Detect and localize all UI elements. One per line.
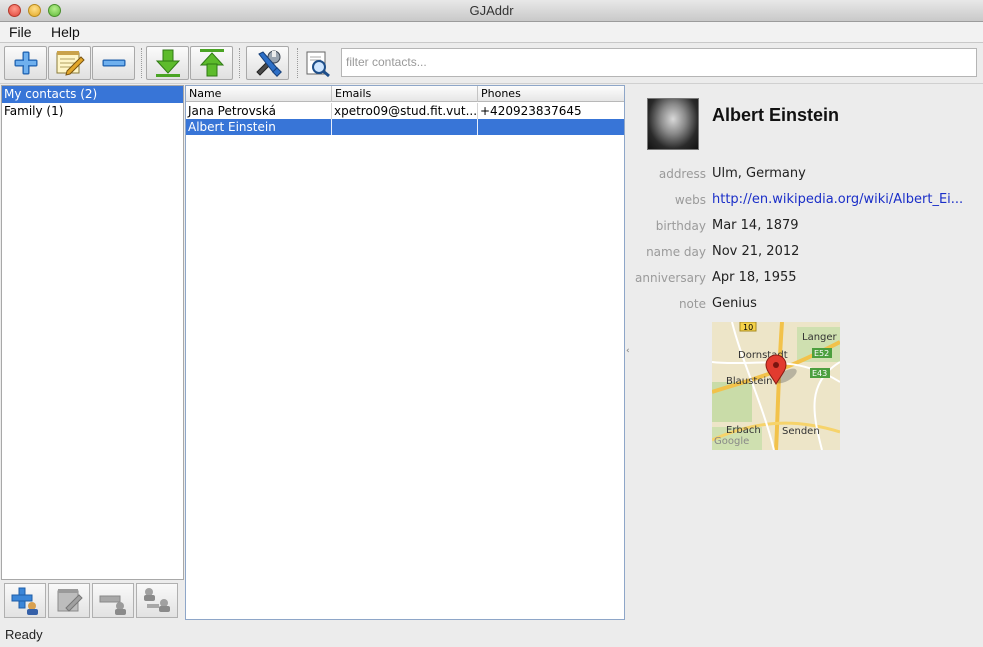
field-label-birthday: birthday (655, 219, 706, 233)
export-icon (199, 49, 224, 77)
field-label-name-day: name day (646, 245, 706, 259)
map-image: 10 Langer Dornstadt E52 Blaustein E43 Er… (712, 322, 840, 450)
export-button[interactable] (190, 46, 233, 80)
map-label-e52: E52 (814, 349, 829, 358)
add-contact-button[interactable] (4, 46, 47, 80)
toolbar-separator (297, 48, 298, 78)
edit-group-icon (57, 588, 83, 612)
add-contact-icon (14, 51, 37, 75)
field-value-address: Ulm, Germany (712, 166, 806, 181)
toolbar-separator (239, 48, 240, 78)
merge-group-button[interactable] (136, 583, 178, 618)
table-header: Name Emails Phones (186, 86, 624, 102)
field-label-webs: webs (674, 193, 706, 207)
remove-group-icon (99, 595, 126, 615)
group-item-my-contacts[interactable]: My contacts (2) (2, 86, 183, 103)
column-header-phones[interactable]: Phones (478, 86, 624, 102)
add-group-icon (11, 587, 38, 615)
merge-group-icon (144, 587, 170, 612)
preferences-button[interactable] (246, 46, 289, 80)
filter-placeholder: filter contacts... (346, 55, 427, 69)
import-icon (155, 49, 180, 77)
preferences-icon (255, 50, 282, 77)
add-group-button[interactable] (4, 583, 46, 618)
map-label-e43: E43 (812, 369, 827, 378)
search-icon (306, 51, 330, 78)
groups-list: My contacts (2) Family (1) (1, 85, 184, 580)
cell-emails: xpetro09@stud.fit.vut... (334, 103, 478, 119)
toolbar: filter contacts... (0, 43, 983, 84)
edit-contact-icon (56, 51, 85, 76)
group-item-family[interactable]: Family (1) (2, 103, 183, 120)
remove-contact-icon (102, 59, 125, 67)
contacts-table: Name Emails Phones Jana Petrovská xpetro… (185, 85, 625, 620)
field-value-birthday: Mar 14, 1879 (712, 218, 799, 233)
window-title: GJAddr (469, 3, 514, 18)
remove-contact-button[interactable] (92, 46, 135, 80)
cell-phones (478, 119, 624, 135)
filter-contacts-input[interactable]: filter contacts... (341, 48, 977, 77)
map-label-erbach: Erbach (726, 425, 761, 436)
location-map[interactable]: 10 Langer Dornstadt E52 Blaustein E43 Er… (712, 322, 840, 450)
cell-emails (332, 119, 478, 135)
edit-group-button[interactable] (48, 583, 90, 618)
table-row[interactable]: Jana Petrovská xpetro09@stud.fit.vut... … (186, 103, 624, 119)
menu-help[interactable]: Help (51, 24, 80, 40)
field-value-anniversary: Apr 18, 1955 (712, 270, 797, 285)
edit-contact-button[interactable] (48, 46, 91, 80)
menu-bar: File Help (0, 22, 983, 43)
field-label-anniversary: anniversary (635, 271, 706, 285)
contact-detail-panel: Albert Einstein address Ulm, Germany web… (630, 85, 983, 620)
map-label-langer: Langer (802, 332, 838, 343)
cell-name: Albert Einstein (186, 119, 332, 135)
map-label-10: 10 (743, 323, 753, 332)
table-row-selected[interactable]: Albert Einstein (186, 119, 624, 135)
menu-file[interactable]: File (9, 24, 32, 40)
remove-group-button[interactable] (92, 583, 134, 618)
filter-icon-wrap (304, 50, 332, 78)
toolbar-separator (141, 48, 142, 78)
title-bar: GJAddr (0, 0, 983, 22)
map-label-google: Google (714, 436, 749, 447)
cell-name: Jana Petrovská (186, 103, 332, 119)
map-label-blaustein: Blaustein (726, 376, 773, 387)
contact-photo (647, 98, 699, 150)
contact-name: Albert Einstein (712, 105, 840, 125)
status-bar-text: Ready (5, 627, 43, 642)
column-header-emails[interactable]: Emails (332, 86, 478, 102)
import-button[interactable] (146, 46, 189, 80)
cell-phones: +420923837645 (480, 104, 582, 118)
field-value-note: Genius (712, 296, 757, 311)
field-label-note: note (678, 297, 706, 311)
field-label-address: address (658, 167, 706, 181)
field-value-webs-link[interactable]: http://en.wikipedia.org/wiki/Albert_Ei..… (712, 192, 963, 207)
map-label-senden: Senden (782, 426, 820, 437)
field-value-name-day: Nov 21, 2012 (712, 244, 800, 259)
column-header-name[interactable]: Name (186, 86, 332, 102)
